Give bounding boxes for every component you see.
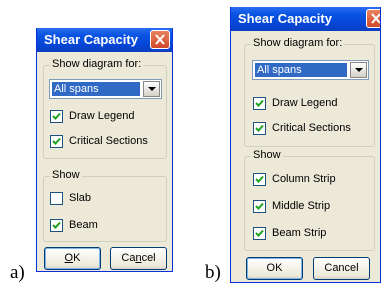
chevron-down-icon xyxy=(148,87,156,91)
checkmark-icon xyxy=(52,112,61,120)
ok-label-rest: K xyxy=(73,252,81,264)
checkmark-icon xyxy=(255,175,264,183)
ok-button[interactable]: OK xyxy=(246,257,303,280)
show-diagram-label: Show diagram for: xyxy=(251,37,345,49)
dialog-shear-capacity-b: Shear Capacity Show diagram for: All spa… xyxy=(230,7,381,283)
chevron-down-icon xyxy=(355,68,363,72)
critical-sections-label: Critical Sections xyxy=(69,135,148,147)
dialog-shear-capacity-a: Shear Capacity Show diagram for: All spa… xyxy=(36,28,173,272)
close-icon xyxy=(155,34,165,45)
show-diagram-group: Show diagram for: All spans Draw Legend … xyxy=(244,37,375,147)
ok-accelerator: O xyxy=(64,252,74,264)
draw-legend-label: Draw Legend xyxy=(69,110,135,122)
diagram-select[interactable]: All spans xyxy=(49,79,162,99)
close-button[interactable] xyxy=(366,9,380,28)
caption-b: b) xyxy=(205,262,221,283)
title-bar[interactable]: Shear Capacity xyxy=(37,28,172,52)
ok-button[interactable]: OK xyxy=(44,247,101,270)
checkmark-icon xyxy=(255,229,264,237)
cancel-label-post: cel xyxy=(141,252,156,264)
middle-strip-label: Middle Strip xyxy=(272,200,331,212)
beam-label: Beam xyxy=(69,219,98,231)
show-label: Show xyxy=(251,149,283,161)
diagram-selected-value: All spans xyxy=(255,63,347,77)
critical-sections-label: Critical Sections xyxy=(272,122,351,134)
close-button[interactable] xyxy=(150,30,170,49)
dialog-title: Shear Capacity xyxy=(238,11,332,26)
show-diagram-group: Show diagram for: All spans Draw Legend … xyxy=(43,58,167,159)
checkmark-icon xyxy=(52,221,61,229)
checkmark-icon xyxy=(255,202,264,210)
dialog-title: Shear Capacity xyxy=(44,32,138,47)
checkmark-icon xyxy=(255,99,264,107)
show-label: Show xyxy=(50,169,82,181)
dropdown-button[interactable] xyxy=(350,62,367,78)
draw-legend-label: Draw Legend xyxy=(272,97,338,109)
cancel-button[interactable]: Cancel xyxy=(313,257,370,280)
cancel-button[interactable]: Cancel xyxy=(110,247,167,270)
cancel-label-pre: Ca xyxy=(121,252,136,264)
checkmark-icon xyxy=(52,137,61,145)
title-bar[interactable]: Shear Capacity xyxy=(231,7,380,31)
dropdown-button[interactable] xyxy=(143,81,160,97)
close-icon xyxy=(371,13,380,24)
column-strip-label: Column Strip xyxy=(272,173,336,185)
show-group: Show Slab Beam xyxy=(43,169,167,242)
diagram-select[interactable]: All spans xyxy=(252,60,369,80)
diagram-selected-value: All spans xyxy=(52,82,140,96)
slab-label: Slab xyxy=(69,192,92,204)
show-diagram-label: Show diagram for: xyxy=(50,58,144,70)
beam-strip-label: Beam Strip xyxy=(272,227,327,239)
checkmark-icon xyxy=(255,124,264,132)
caption-a: a) xyxy=(10,262,25,283)
show-group: Show Column Strip Middle Strip Beam Stri… xyxy=(244,149,375,251)
